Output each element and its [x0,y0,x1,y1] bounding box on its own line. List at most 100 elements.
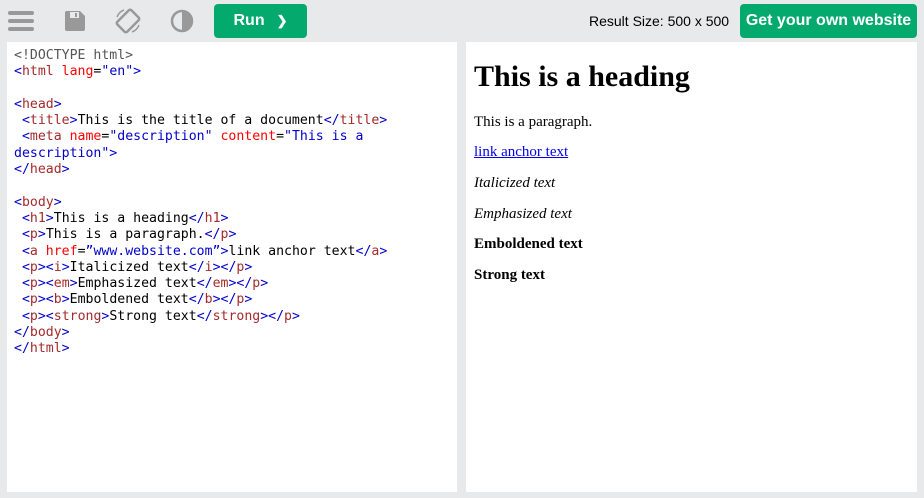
code-token: = [77,243,86,259]
code-token: > [379,243,388,259]
code-line: <p><i>Italicized text</i></p> [14,260,387,276]
code-token: </ [355,243,372,259]
code-token: href [37,243,78,259]
code-token: < [21,243,30,259]
code-token: h1 [204,210,221,226]
code-token: > [69,276,78,292]
code-token: em [53,276,70,292]
code-line: </html> [14,341,387,357]
code-token: > [61,292,70,308]
code-token: > [37,227,46,243]
code-token: h1 [29,210,46,226]
run-button[interactable]: Run ❯ [214,4,307,38]
code-token: head [21,96,54,112]
save-icon[interactable] [60,6,90,36]
code-token: <!DOCTYPE html> [14,48,134,63]
code-token: Emboldened text [69,292,189,308]
code-token: ></ [212,259,237,275]
code-line: </head> [14,162,387,178]
code-editor[interactable]: <!DOCTYPE html> <html lang="en"> <head> <t… [7,42,457,492]
code-token: > [379,113,388,129]
code-token: name [61,129,102,145]
code-token: p [29,227,38,243]
code-token: i [53,259,62,275]
code-token: html [21,64,54,80]
code-line: <body> [14,195,387,211]
code-content[interactable]: <!DOCTYPE html> <html lang="en"> <head> <t… [14,48,387,358]
code-token: p [284,308,292,324]
code-token: </ [188,210,205,226]
code-token: title [339,113,380,129]
code-token: body [21,194,54,210]
code-token: < [21,113,30,129]
code-token: ”www.website.com” [85,243,221,259]
code-token: < [21,129,30,145]
code-token: strong [53,308,102,324]
code-token: < [21,259,30,275]
result-pane: This is a heading This is a paragraph. l… [466,42,917,492]
code-token: lang [53,64,94,80]
code-token: Strong text [109,308,197,324]
result-bold: Emboldened text [474,236,583,252]
code-token: head [29,162,62,178]
code-token: >< [37,292,54,308]
code-token: > [133,64,142,80]
code-token: > [244,292,253,308]
code-token: > [53,194,62,210]
code-token: < [21,292,30,308]
code-token: < [21,227,30,243]
code-token: < [14,64,22,80]
code-token: meta [29,129,62,145]
get-own-website-button[interactable]: Get your own website [740,4,917,38]
code-token: Italicized text [69,259,189,275]
code-token: link anchor text [228,243,356,259]
code-token: > [45,210,54,226]
code-token: < [21,308,30,324]
rotate-icon[interactable] [113,6,143,36]
code-token: < [14,194,22,210]
menu-icon[interactable] [6,6,36,36]
code-token: This is a heading [53,210,189,226]
code-token: </ [196,276,213,292]
code-token: > [69,113,78,129]
code-line: <p><em>Emphasized text</em></p> [14,276,387,292]
result-link[interactable]: link anchor text [474,144,568,161]
code-token: > [61,325,70,341]
code-token: ></ [260,308,285,324]
code-token: >< [37,259,54,275]
contrast-icon[interactable] [167,6,197,36]
code-token: < [14,96,22,112]
code-token: > [61,259,70,275]
code-token: i [204,259,213,275]
code-token: b [204,292,213,308]
code-token: >< [37,308,54,324]
code-token: </ [14,325,30,341]
code-token: em [212,276,229,292]
code-token: strong [212,308,261,324]
code-line: <html lang="en"> [14,64,387,80]
run-label: Run [233,12,265,29]
code-token: </ [14,341,30,357]
code-token: </ [188,292,205,308]
code-line: <p>This is a paragraph.</p> [14,227,387,243]
code-token: > [61,341,70,357]
code-token: > [53,96,62,112]
code-token: This is a paragraph. [45,227,205,243]
code-token: description" [14,145,110,161]
code-token: This is the title of a document [77,113,324,129]
code-line: <p><strong>Strong text</strong></p> [14,309,387,325]
code-token: p [29,308,38,324]
code-token: content [212,129,277,145]
code-line: <h1>This is a heading</h1> [14,211,387,227]
code-line: <meta name="description" content="This i… [14,129,387,145]
code-token: < [21,210,30,226]
result-size: Result Size: 500 x 500 [589,13,730,29]
